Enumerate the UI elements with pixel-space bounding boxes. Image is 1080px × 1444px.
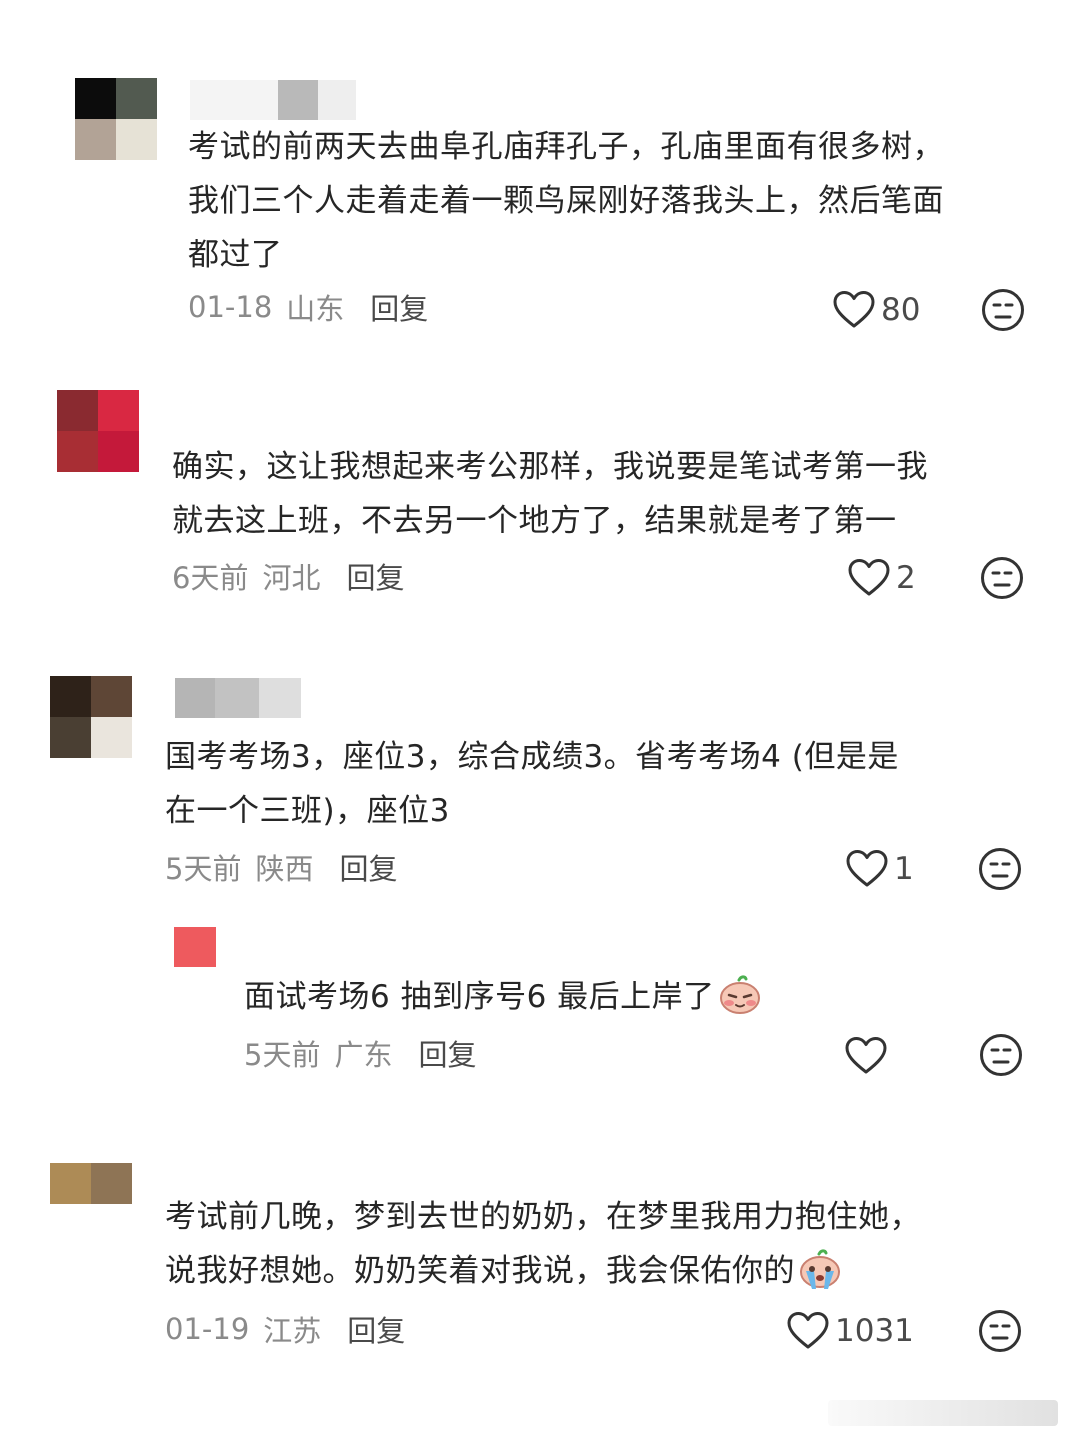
heart-outline-icon [846, 850, 888, 887]
comment-region: 江苏 [263, 1314, 322, 1348]
heart-outline-icon [833, 291, 875, 328]
reply-button[interactable]: 回复 [347, 1308, 405, 1350]
blushing-emoji-icon [719, 975, 760, 1014]
avatar[interactable] [57, 390, 139, 472]
like-button[interactable]: 1031 [787, 1307, 914, 1355]
comment-meta: 5天前 陕西 回复 [165, 847, 397, 887]
comment-date: 6天前 [172, 561, 249, 595]
comment-region: 陕西 [255, 852, 314, 886]
crying-emoji-icon [800, 1249, 840, 1289]
like-button[interactable] [845, 1032, 893, 1080]
neutral-face-icon[interactable] [980, 556, 1024, 600]
heart-outline-icon [848, 559, 890, 596]
comment-meta: 6天前 河北 回复 [172, 556, 404, 596]
neutral-face-icon[interactable] [979, 1033, 1023, 1077]
watermark [828, 1400, 1058, 1426]
reply-button[interactable]: 回复 [370, 286, 428, 328]
like-count: 1 [894, 851, 914, 887]
reply-text: 面试考场6 抽到序号6 最后上岸了 [244, 970, 1024, 1024]
comment-date: 01-19 [165, 1312, 250, 1346]
like-button[interactable]: 1 [846, 845, 914, 893]
avatar[interactable] [50, 1163, 132, 1204]
comment-meta: 01-19 江苏 回复 [165, 1309, 405, 1349]
comment-text: 确实，这让我想起来考公那样，我说要是笔试考第一我 就去这上班，不去另一个地方了，… [172, 449, 928, 539]
comment-text: 国考考场3，座位3，综合成绩3。省考考场4 (但是是 在一个三班)，座位3 [165, 739, 899, 829]
reply-button[interactable]: 回复 [339, 846, 397, 888]
comment-date: 5天前 [165, 852, 242, 886]
neutral-face-icon[interactable] [978, 1309, 1022, 1353]
avatar[interactable] [174, 927, 216, 967]
avatar[interactable] [50, 676, 132, 758]
heart-outline-icon [787, 1312, 829, 1349]
like-count: 80 [881, 292, 921, 328]
reply-button[interactable]: 回复 [418, 1032, 476, 1074]
comment-region: 山东 [286, 292, 345, 326]
comment-date: 01-18 [188, 290, 273, 324]
like-button[interactable]: 80 [833, 286, 920, 334]
neutral-face-icon[interactable] [978, 847, 1022, 891]
like-count: 2 [896, 560, 916, 596]
like-button[interactable]: 2 [848, 554, 916, 602]
like-count: 1031 [835, 1313, 914, 1349]
comment-text: 考试前几晚，梦到去世的奶奶，在梦里我用力抱住她， 说我好想她。奶奶笑着对我说，我… [165, 1199, 921, 1289]
username-blurred[interactable] [190, 80, 356, 120]
comment-region: 河北 [262, 561, 321, 595]
reply-button[interactable]: 回复 [346, 555, 404, 597]
reply-region: 广东 [334, 1038, 393, 1072]
reply-date: 5天前 [244, 1038, 321, 1072]
comment-text: 考试的前两天去曲阜孔庙拜孔子，孔庙里面有很多树， 我们三个人走着走着一颗鸟屎刚好… [188, 129, 944, 273]
neutral-face-icon[interactable] [981, 288, 1025, 332]
username-blurred[interactable] [175, 678, 301, 718]
heart-outline-icon [845, 1037, 887, 1074]
comment-meta: 01-18 山东 回复 [188, 287, 428, 327]
reply-meta: 5天前 广东 回复 [244, 1033, 476, 1073]
avatar[interactable] [75, 78, 157, 160]
